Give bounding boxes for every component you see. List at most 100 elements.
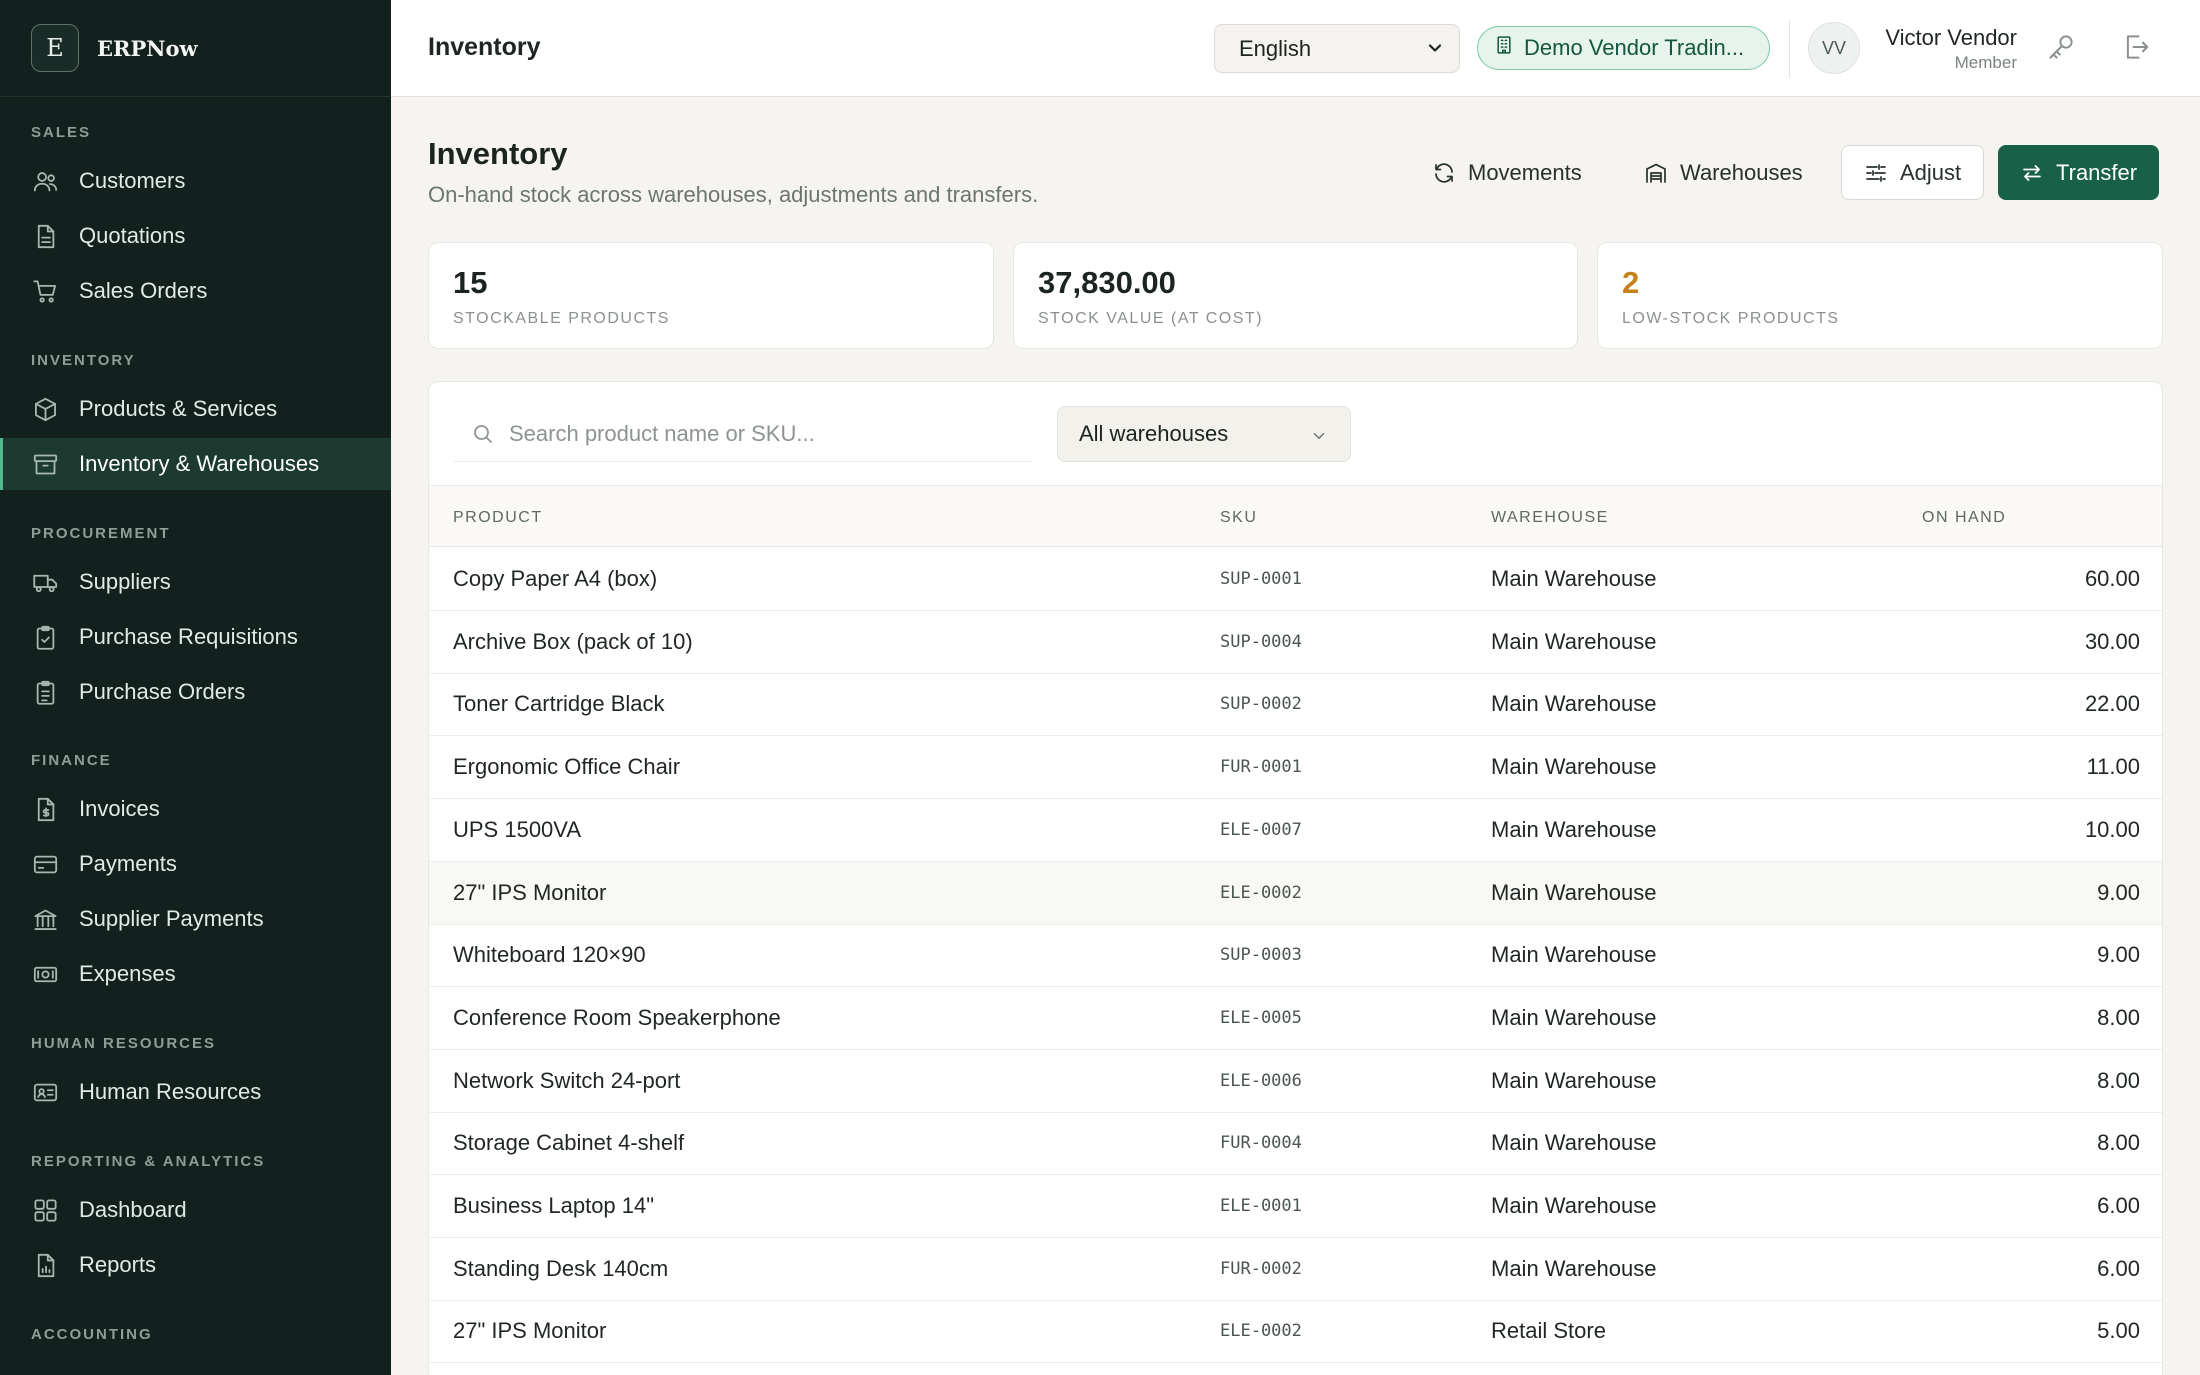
table-row[interactable]: 27" IPS Monitor ELE-0002 Retail Store 5.00 [429,1300,2162,1364]
banknote-icon [31,960,59,988]
language-select[interactable]: English [1214,24,1460,73]
sidebar-item-customers[interactable]: Customers [0,155,391,207]
cell-on-hand: 30.00 [2084,628,2140,654]
key-icon[interactable] [2046,32,2078,64]
sidebar-item-payments[interactable]: Payments [0,838,391,890]
sidebar-item-label: Sales Orders [79,278,208,303]
language-value: English [1239,35,1312,61]
sidebar-item-suppliers[interactable]: Suppliers [0,556,391,608]
brand-name: ERPNow [97,35,198,61]
sidebar-item-sales-orders[interactable]: Sales Orders [0,265,391,317]
sidebar-item-products-services[interactable]: Products & Services [0,383,391,435]
table-row[interactable]: Ergonomic Office Chair FUR-0001 Main Wareh… [429,736,2162,800]
cell-sku: SUP-0003 [1220,945,1302,966]
cell-product: Copy Paper A4 (box) [453,566,658,591]
logout-icon[interactable] [2121,32,2153,64]
warehouses-button[interactable]: Warehouses [1630,145,1817,200]
column-header-product[interactable]: PRODUCT [453,509,543,527]
sidebar-item-inventory-warehouses[interactable]: Inventory & Warehouses [0,438,391,490]
topbar-divider [1789,20,1790,78]
sidebar-item-label: Customers [79,168,186,193]
sidebar-item-invoices[interactable]: Invoices [0,783,391,835]
sidebar-item-reports[interactable]: Reports [0,1239,391,1291]
adjust-button[interactable]: Adjust [1841,145,1985,200]
sidebar-item-human-resources[interactable]: Human Resources [0,1066,391,1118]
warehouse-filter[interactable]: All warehouses [1057,406,1351,462]
cell-product: Storage Cabinet 4-shelf [453,1130,685,1156]
column-header-on-hand[interactable]: ON HAND [1922,509,2006,527]
stat-value: 15 [453,265,488,300]
document-icon [31,222,59,250]
company-switcher[interactable]: Demo Vendor Tradin... [1477,26,1770,70]
sidebar-item-quotations[interactable]: Quotations [0,210,391,262]
cell-sku: SUP-0004 [1220,631,1302,652]
cell-warehouse: Main Warehouse [1491,942,1657,968]
cell-product: Network Switch 24-port [453,1067,681,1093]
table-row[interactable]: UPS 1500VA ELE-0007 Main Warehouse 10.00 [429,799,2162,862]
cell-sku: ELE-0005 [1220,1007,1302,1028]
cell-warehouse: Main Warehouse [1491,1067,1657,1093]
table-row[interactable]: Archive Box (pack of 10) SUP-0004 Main War… [429,611,2162,674]
cell-product: Archive Box (pack of 10) [453,628,693,654]
table-row[interactable]: Standing Desk 140cm FUR-0002 Main Warehous… [429,1238,2162,1301]
cell-on-hand: 60.00 [2084,566,2140,591]
cell-on-hand: 8.00 [2097,1130,2140,1156]
table-row[interactable]: Storage Cabinet 4-shelf FUR-0004 Main Ware… [429,1112,2162,1176]
cell-product: UPS 1500VA [453,816,582,842]
table-row[interactable]: Network Switch 24-port ELE-0006 Main Wareh… [429,1050,2162,1113]
sidebar-item-dashboard[interactable]: Dashboard [0,1184,391,1236]
sidebar-item-expenses[interactable]: Expenses [0,948,391,1000]
search-input[interactable] [509,420,1029,447]
report-icon [31,1251,59,1279]
cell-on-hand: 9.00 [2097,942,2140,968]
warehouse-filter-value: All warehouses [1079,421,1229,446]
sidebar-item-label: Expenses [79,961,176,986]
table-row[interactable]: 27" IPS Monitor ELE-0002 Main Warehouse 9.0… [429,861,2162,925]
table-header: PRODUCT SKU WAREHOUSE ON HAND [429,485,2162,547]
sidebar-item-supplier-payments[interactable]: Supplier Payments [0,893,391,945]
table-row[interactable]: Toner Cartridge Black SUP-0002 Main Wareho… [429,673,2162,737]
archive-icon [31,450,59,478]
column-header-warehouse[interactable]: WAREHOUSE [1491,509,1609,527]
stat-value: 2 [1622,265,1640,300]
company-name: Demo Vendor Tradin... [1524,35,1745,60]
cell-on-hand: 6.00 [2097,1193,2140,1218]
cell-sku: FUR-0004 [1220,1133,1302,1154]
cell-warehouse: Main Warehouse [1491,1130,1657,1156]
sidebar-item-purchase-requisitions[interactable]: Purchase Requisitions [0,611,391,663]
cell-on-hand: 9.00 [2097,879,2140,905]
brand[interactable]: E ERPNow [0,0,391,97]
cell-on-hand: 8.00 [2097,1067,2140,1093]
user-name: Victor Vendor [1885,25,2017,50]
table-row[interactable]: Copy Paper A4 (box) SUP-0001 Main Warehous… [429,548,2162,611]
stat-label: STOCKABLE PRODUCTS [453,310,670,327]
column-header-sku[interactable]: SKU [1220,509,1257,527]
cell-on-hand: 6.00 [2097,1255,2140,1281]
avatar[interactable]: VV [1808,22,1860,74]
topbar: Inventory English Demo Vendor Tradin... … [391,0,2200,97]
cell-warehouse: Main Warehouse [1491,691,1657,717]
cell-warehouse: Main Warehouse [1491,816,1657,842]
cell-product: Whiteboard 120×90 [453,942,646,968]
table-row[interactable]: Business Laptop 14" ELE-0001 Main Warehous… [429,1175,2162,1238]
transfer-button[interactable]: Transfer [1998,145,2160,200]
search-icon [474,424,492,443]
sidebar-item-label: Purchase Requisitions [79,624,298,649]
cart-icon [31,277,59,305]
arrows-swap-icon [2023,164,2041,181]
sidebar-item-label: Purchase Orders [79,679,246,704]
cell-warehouse: Retail Store [1491,1318,1606,1344]
cell-sku: FUR-0001 [1220,757,1302,778]
cell-sku: ELE-0006 [1220,1070,1302,1091]
cell-product: 27" IPS Monitor [453,879,607,905]
cell-sku: ELE-0007 [1220,819,1302,840]
sidebar-item-purchase-orders[interactable]: Purchase Orders [0,666,391,718]
movements-label: Movements [1468,159,1582,185]
movements-button[interactable]: Movements [1418,145,1596,200]
table-row[interactable]: Conference Room Speakerphone ELE-0005 Main… [429,987,2162,1050]
sidebar-item-label: Payments [79,851,177,876]
search-box[interactable] [453,406,1033,462]
chevron-down-icon [1425,38,1445,64]
box-icon [31,395,59,423]
table-row[interactable]: Whiteboard 120×90 SUP-0003 Main Warehouse 9… [429,924,2162,988]
